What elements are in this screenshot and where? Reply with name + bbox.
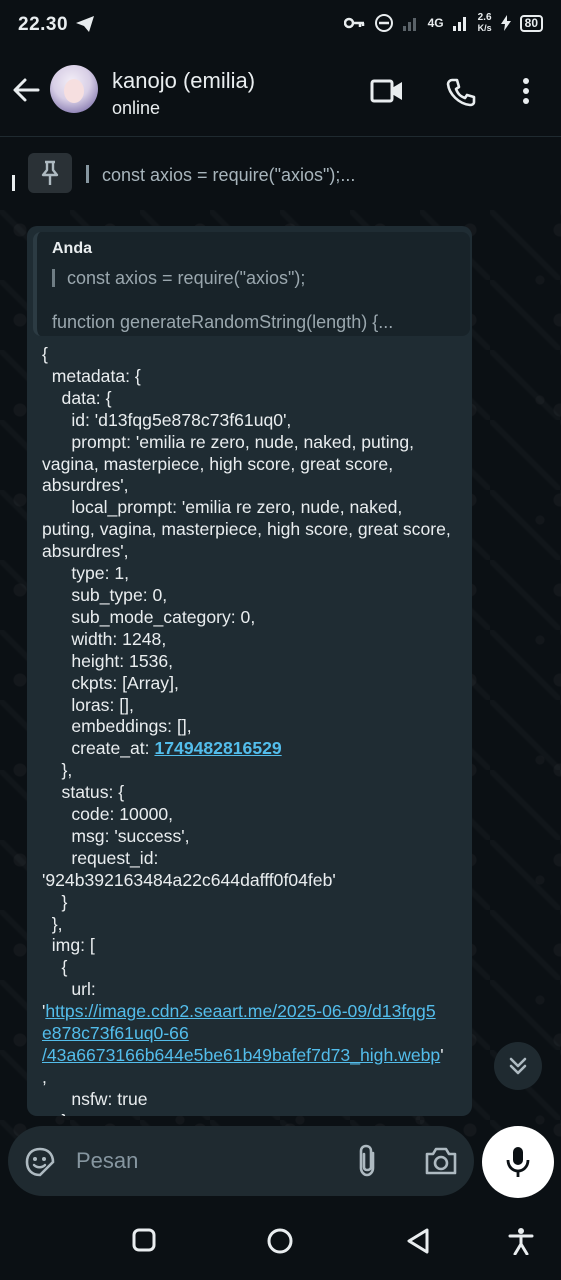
chat-header: kanojo (emilia) online <box>0 55 561 135</box>
accessibility-icon[interactable] <box>508 1227 534 1255</box>
contact-name[interactable]: kanojo (emilia) <box>112 68 255 94</box>
code-line: code: 10000, <box>42 804 174 825</box>
image-url-link[interactable]: https://image.cdn2.seaart.me/2025-06-09/… <box>45 1001 435 1021</box>
back-nav-icon[interactable] <box>405 1227 431 1255</box>
message-composer: Pesan <box>8 1126 474 1196</box>
quote-author: Anda <box>52 240 92 257</box>
image-url-link-end[interactable]: /43a6673166b644e5be61b49bafef7d73_high.w… <box>42 1045 440 1065</box>
pinned-separator <box>86 165 89 183</box>
double-chevron-down-icon <box>509 1057 527 1075</box>
signal-icon <box>402 18 416 31</box>
network-type: 4G <box>427 16 444 30</box>
more-vert-icon[interactable] <box>520 77 532 105</box>
pin-button[interactable] <box>28 153 72 193</box>
code-line: { <box>42 344 48 364</box>
mic-button[interactable] <box>482 1126 554 1198</box>
status-time: 22.30 <box>18 14 69 35</box>
code-line: id: 'd13fqg5e878c73f61uq0', <box>42 409 292 430</box>
url-line-1: 'https://image.cdn2.seaart.me/2025-06-09… <box>42 1001 460 1023</box>
scroll-to-bottom-button[interactable] <box>494 1042 542 1090</box>
paperclip-icon[interactable] <box>354 1144 380 1178</box>
code-line: status: { <box>42 782 125 803</box>
request-id-value: '924b392163484a22c644dafff0f04feb' <box>42 869 336 890</box>
video-call-icon[interactable] <box>370 77 404 105</box>
arrow-left-icon[interactable] <box>12 77 40 103</box>
url-close-quote: ' <box>440 1045 444 1065</box>
charging-icon <box>500 15 511 31</box>
code-line: , <box>42 1066 47 1087</box>
code-line: img: [ <box>42 935 95 956</box>
code-line: width: 1248, <box>42 628 167 649</box>
net-speed: 2.6 K/s <box>477 12 492 34</box>
code-line: }, <box>42 760 73 781</box>
url-line-2: e878c73f61uq0-66 <box>42 1023 460 1045</box>
code-line-prompt: prompt: 'emilia re zero, nude, naked, pu… <box>42 431 419 496</box>
code-line: } <box>42 891 68 912</box>
code-line: sub_type: 0, <box>42 584 168 605</box>
phone-icon[interactable] <box>446 77 476 107</box>
vpn-key-icon <box>343 17 364 29</box>
camera-icon[interactable] <box>424 1146 458 1176</box>
url-line-3: /43a6673166b644e5be61b49bafef7d73_high.w… <box>42 1045 460 1067</box>
message-text: { metadata: { data: { id: 'd13fqg5e878c7… <box>42 344 460 1116</box>
code-line: embeddings: [], <box>42 716 192 737</box>
create-at-label: create_at: <box>42 738 155 759</box>
code-line: url: <box>42 979 96 1000</box>
emoji-icon[interactable] <box>24 1146 56 1178</box>
code-line: } <box>42 1111 460 1116</box>
code-line-create-at: create_at: 1749482816529 <box>42 738 460 760</box>
pinned-text: const axios = require("axios");... <box>102 165 356 185</box>
code-line: }, <box>42 913 63 934</box>
dnd-icon <box>374 14 393 32</box>
code-line: sub_mode_category: 0, <box>42 606 256 627</box>
pin-icon <box>41 160 59 185</box>
code-line: loras: [], <box>42 694 134 715</box>
status-bar: 22.30 4G 2.6 K/s 80 <box>0 0 561 50</box>
quoted-message[interactable]: Anda const axios = require("axios"); fun… <box>33 232 470 336</box>
code-line-local-prompt: local_prompt: 'emilia re zero, nude, nak… <box>42 497 456 562</box>
avatar[interactable] <box>50 65 98 113</box>
message-bubble[interactable]: Anda const axios = require("axios"); fun… <box>27 226 472 1116</box>
contact-status: online <box>112 98 161 118</box>
pinned-message-bar[interactable]: const axios = require("axios");... <box>0 137 561 214</box>
signal-strong-icon <box>452 17 466 31</box>
pinned-indicator <box>12 175 15 191</box>
code-line: msg: 'success', <box>42 825 190 846</box>
battery-level: 80 <box>519 14 543 32</box>
code-line: nsfw: true <box>42 1088 148 1109</box>
recent-apps-icon[interactable] <box>131 1227 157 1253</box>
code-line: type: 1, <box>42 563 130 584</box>
system-nav-bar <box>0 1205 561 1280</box>
message-input[interactable]: Pesan <box>76 1148 138 1174</box>
code-line: { <box>42 957 68 978</box>
create-at-link[interactable]: 1749482816529 <box>154 738 281 758</box>
image-url-link-cont[interactable]: e878c73f61uq0-66 <box>42 1023 189 1043</box>
code-line: ckpts: [Array], <box>42 672 179 693</box>
code-line: metadata: { <box>42 365 141 386</box>
code-line: height: 1536, <box>42 650 174 671</box>
quote-line-1: const axios = require("axios"); <box>52 268 305 289</box>
mic-icon <box>506 1147 530 1177</box>
quote-line-2: function generateRandomString(length) {.… <box>52 312 394 332</box>
code-line: request_id: <box>42 847 159 868</box>
home-icon[interactable] <box>266 1227 294 1255</box>
code-line: data: { <box>42 387 112 408</box>
telegram-like-icon <box>76 16 94 32</box>
